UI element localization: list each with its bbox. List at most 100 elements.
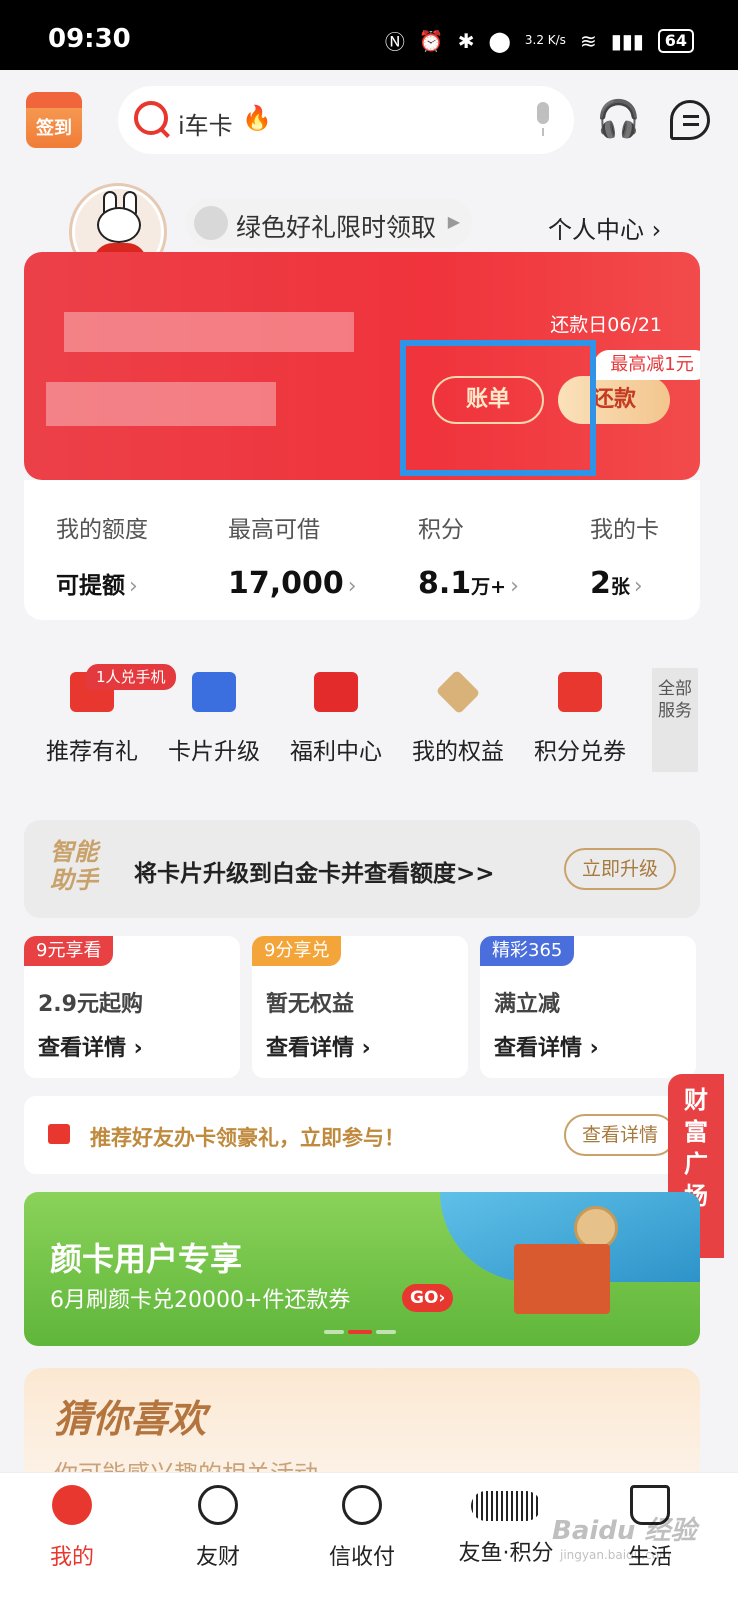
deal-card[interactable]: 9分享兑 暂无权益 查看详情 › xyxy=(252,936,468,1078)
fire-icon: 🔥 xyxy=(242,104,272,132)
tab-mine[interactable]: 我的 xyxy=(12,1485,132,1571)
tab-label: 信收付 xyxy=(328,1545,395,1570)
network-speed: 3.2 K/s xyxy=(524,33,566,47)
gift-icon xyxy=(48,1124,70,1144)
status-icons: Ⓝ ⏰ ✱ ⬤ 3.2 K/s ≋ ▮▮▮ 64 xyxy=(385,26,694,55)
service-rights[interactable]: 我的权益 xyxy=(400,669,516,766)
card-upgrade-icon xyxy=(192,672,236,712)
stat-label: 积分 xyxy=(418,517,464,543)
service-card-upgrade[interactable]: 卡片升级 xyxy=(156,672,272,766)
bluetooth-icon: ✱ xyxy=(457,28,475,53)
credit-card-panel[interactable]: 还款日06/21 账单 还款 最高减1元 xyxy=(24,252,700,480)
deal-card[interactable]: 9元享看 2.9元起购 查看详情 › xyxy=(24,936,240,1078)
tab-label: 友鱼·积分 xyxy=(458,1541,554,1566)
recommend-title: 猜你喜欢 xyxy=(54,1397,207,1441)
stat-value: 2张 › xyxy=(590,566,643,601)
stat-my-cards[interactable]: 我的卡 2张 › xyxy=(590,510,659,601)
service-points-coupon[interactable]: 积分兑券 xyxy=(522,672,638,766)
services-row: 推荐有礼 1人兑手机 卡片升级 福利中心 我的权益 积分兑券 xyxy=(0,652,738,772)
instant-discount-icon xyxy=(342,1485,382,1525)
fish-icon xyxy=(471,1491,541,1521)
headset-icon[interactable]: 🎧 xyxy=(596,98,641,142)
alarm-icon: ⏰ xyxy=(418,28,444,53)
service-label: 我的权益 xyxy=(412,739,504,765)
chevron-right-icon: › xyxy=(633,574,643,599)
service-label: 积分兑券 xyxy=(534,739,626,765)
microphone-icon[interactable] xyxy=(532,102,554,138)
calendar-icon xyxy=(26,92,82,108)
wealth-icon xyxy=(198,1485,238,1525)
search-text: i车卡 xyxy=(178,112,233,140)
deal-card[interactable]: 精彩365 满立减 查看详情 › xyxy=(480,936,696,1078)
stat-value: 8.1万+ › xyxy=(418,566,519,601)
tab-pay[interactable]: 信收付 xyxy=(302,1485,422,1571)
signal-icon: ▮▮▮ xyxy=(610,28,644,53)
leaf-icon xyxy=(194,206,228,240)
deal-link[interactable]: 查看详情 › xyxy=(38,1030,143,1062)
service-label: 推荐有礼 xyxy=(46,739,138,765)
search-icon xyxy=(134,101,168,135)
service-label: 福利中心 xyxy=(290,739,382,765)
gift-box-image xyxy=(514,1244,610,1314)
stat-label: 我的额度 xyxy=(56,517,148,543)
search-input[interactable]: i车卡 🔥 xyxy=(118,86,574,154)
red-envelope-icon xyxy=(314,672,358,712)
upgrade-button[interactable]: 立即升级 xyxy=(564,848,676,890)
tab-wealth[interactable]: 友财 xyxy=(158,1485,278,1571)
location-icon: ⬤ xyxy=(488,28,511,53)
wifi-icon: ≋ xyxy=(579,28,597,53)
promo-banner[interactable]: 颜卡用户专享 6月刷颜卡兑20000+件还款券 GO› xyxy=(24,1192,700,1346)
recommend-section: 猜你喜欢 你可能感兴趣的相关活动 xyxy=(24,1368,700,1488)
watermark: Baidu 经验 xyxy=(552,1516,697,1546)
stat-value: 17,000 › xyxy=(228,566,357,601)
deal-link[interactable]: 查看详情 › xyxy=(266,1030,371,1062)
referral-text: 推荐好友办卡领豪礼，立即参与！ xyxy=(90,1126,405,1150)
play-arrow-icon: ▶ xyxy=(447,212,460,231)
checkin-button[interactable]: 签到 xyxy=(26,92,82,148)
tab-label: 友财 xyxy=(195,1545,240,1570)
discount-badge: 最高减1元 xyxy=(594,350,700,380)
tab-label: 我的 xyxy=(49,1545,94,1570)
personal-center-link[interactable]: 个人中心 › xyxy=(548,210,661,245)
message-icon[interactable] xyxy=(670,100,710,140)
view-details-button[interactable]: 查看详情 xyxy=(564,1114,676,1156)
all-services-button[interactable]: 全部服务 xyxy=(652,668,698,772)
masked-card-name xyxy=(64,312,354,352)
banner-subtitle: 6月刷颜卡兑20000+件还款券 xyxy=(50,1288,351,1313)
stat-value: 可提额 › xyxy=(56,573,138,599)
promo-text: 绿色好礼限时领取 xyxy=(236,213,437,242)
deal-title: 2.9元起购 xyxy=(38,992,143,1017)
stat-max-borrow[interactable]: 最高可借 17,000 › xyxy=(228,510,357,601)
smart-assistant-banner[interactable]: 智能助手 将卡片升级到白金卡并查看额度>> 立即升级 xyxy=(24,820,700,918)
tab-fish-points[interactable]: 友鱼·积分 xyxy=(446,1485,566,1567)
battery-icon: 64 xyxy=(657,28,694,53)
status-bar: 09:30 Ⓝ ⏰ ✱ ⬤ 3.2 K/s ≋ ▮▮▮ 64 xyxy=(0,0,738,70)
stat-label: 我的卡 xyxy=(590,517,659,543)
stat-my-limit[interactable]: 我的额度 可提额 › xyxy=(56,510,148,600)
go-button[interactable]: GO› xyxy=(402,1284,454,1312)
coupon-icon xyxy=(558,672,602,712)
banner-title: 颜卡用户专享 xyxy=(50,1240,243,1278)
chevron-right-icon: › xyxy=(510,574,519,599)
deal-link[interactable]: 查看详情 › xyxy=(494,1030,599,1062)
masked-card-number xyxy=(46,382,276,426)
deal-title: 满立减 xyxy=(494,992,561,1017)
stat-label: 最高可借 xyxy=(228,517,320,543)
deal-tag: 精彩365 xyxy=(480,936,575,966)
deal-tag: 9元享看 xyxy=(24,936,114,966)
service-label: 卡片升级 xyxy=(168,739,260,765)
assistant-logo: 智能助手 xyxy=(50,838,98,894)
watermark-url: jingyan.baidu.com xyxy=(560,1548,671,1562)
chevron-right-icon: › xyxy=(347,574,357,599)
carousel-dots xyxy=(324,1330,396,1334)
referral-banner[interactable]: 推荐好友办卡领豪礼，立即参与！ 查看详情 xyxy=(24,1096,700,1174)
deal-title: 暂无权益 xyxy=(266,992,355,1017)
chevron-right-icon: › xyxy=(129,574,138,599)
rabbit-head xyxy=(97,207,141,243)
promo-pill[interactable]: 绿色好礼限时领取 ▶ xyxy=(186,198,472,248)
stat-points[interactable]: 积分 8.1万+ › xyxy=(418,510,519,601)
due-date: 还款日06/21 xyxy=(550,314,662,336)
diamond-icon xyxy=(435,669,481,715)
user-icon xyxy=(52,1485,92,1525)
service-welfare[interactable]: 福利中心 xyxy=(278,672,394,766)
